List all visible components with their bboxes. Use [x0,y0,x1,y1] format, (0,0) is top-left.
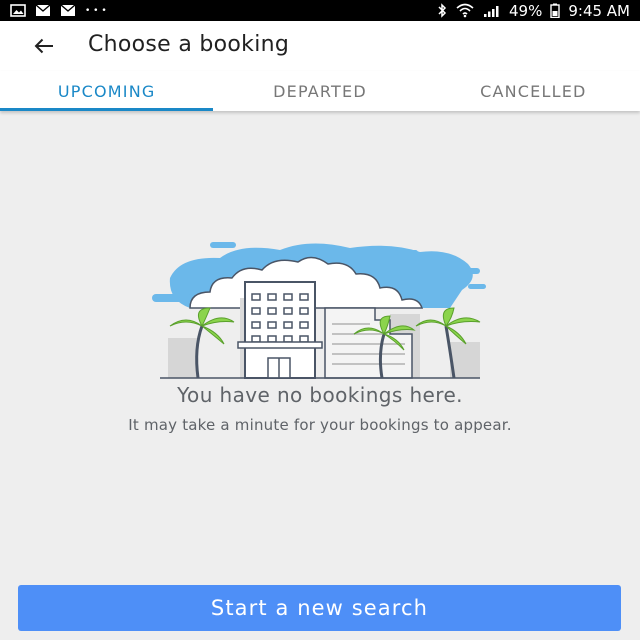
wifi-icon [455,3,475,18]
more-dots-icon: • • • [85,5,107,16]
clock: 9:45 AM [568,1,630,20]
empty-state-title: You have no bookings here. [177,383,463,407]
back-button[interactable] [30,33,58,59]
hotel-illustration [150,238,490,384]
booking-tabs: UPCOMING DEPARTED CANCELLED [0,71,640,111]
image-icon [10,4,26,17]
battery-percent: 49% [509,1,543,20]
start-new-search-button[interactable]: Start a new search [18,585,621,631]
status-bar-left: • • • [10,4,107,17]
app-bar: Choose a booking [0,21,640,71]
status-bar: • • • 49% 9:45 AM [0,0,640,21]
battery-icon [550,3,561,18]
mail-icon [60,4,76,17]
status-bar-right: 49% 9:45 AM [437,2,630,20]
page-title: Choose a booking [88,32,290,57]
mail-icon [35,4,51,17]
arrow-left-icon [33,37,55,55]
tab-upcoming[interactable]: UPCOMING [0,71,214,111]
empty-state-subtitle: It may take a minute for your bookings t… [128,416,512,434]
tab-cancelled[interactable]: CANCELLED [427,71,640,111]
bluetooth-icon [437,3,447,18]
tab-departed[interactable]: DEPARTED [213,71,426,111]
signal-icon [483,4,501,18]
